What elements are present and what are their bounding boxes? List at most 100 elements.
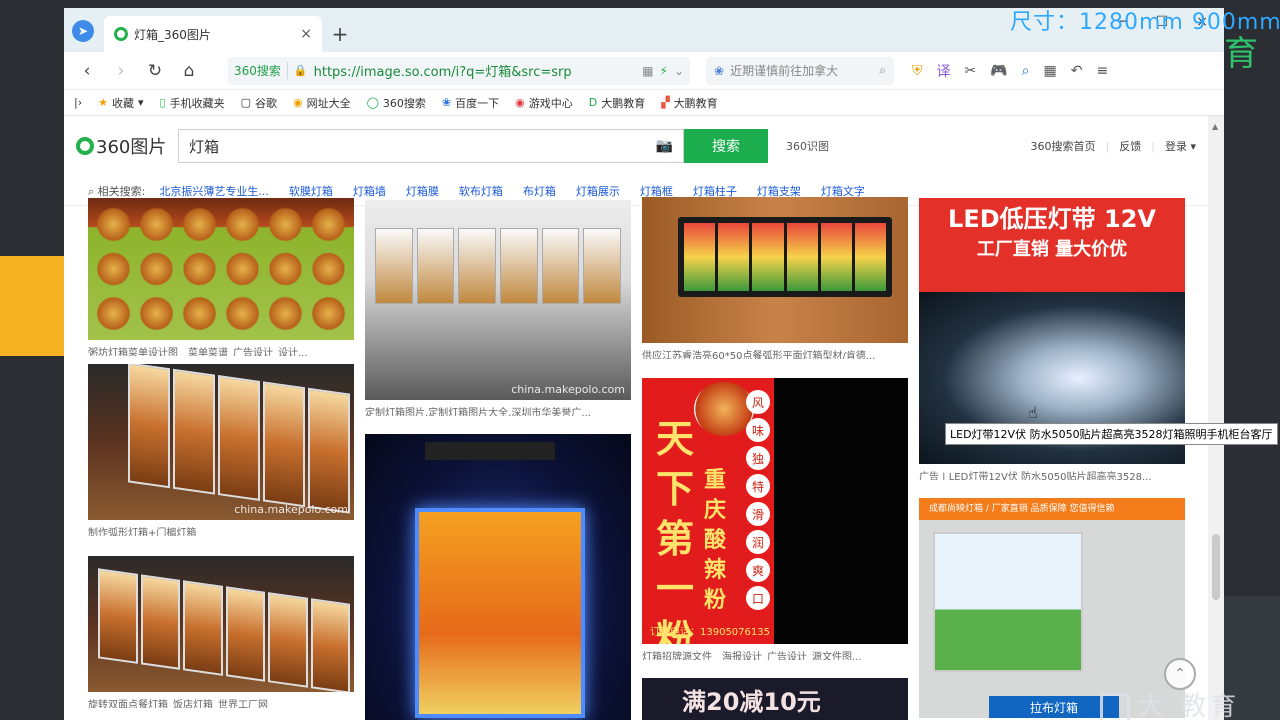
lock-icon: 🔒 [293, 64, 308, 77]
result-image[interactable]: 成都尚映灯箱 / 厂家直销 品质保障 您值得信赖 拉布灯箱 [919, 498, 1185, 718]
feedback-link[interactable]: 反馈 [1119, 138, 1141, 154]
result-caption[interactable]: 定制灯箱图片,定制灯箱图片大全,深圳市华美誉广... [365, 400, 631, 416]
search-button[interactable]: 搜索 [684, 129, 768, 163]
result-image[interactable] [642, 197, 908, 343]
image-overlay-text: 满20减10元 [682, 688, 821, 716]
result-caption[interactable]: 供应江苏睿浩亮60*50点餐弧形平面灯箱型材/肯德... [642, 343, 908, 359]
related-item[interactable]: 灯箱膜 [406, 183, 439, 199]
bookmark-label: 网址大全 [306, 96, 351, 110]
browser-search-box[interactable]: ❀ 近期谨慎前往加拿大 ⌕ [706, 56, 894, 85]
image-watermark: china.makepolo.com [511, 383, 625, 396]
result-image[interactable]: 天下第一粉 重庆酸辣粉 风 味 独 特 滑 润 爽 口 订餐电话：1390507… [642, 378, 908, 644]
related-label: ⌕ 相关搜索: [88, 184, 146, 198]
related-item[interactable]: 灯箱墙 [353, 183, 386, 199]
shield-icon[interactable]: ⛨ [912, 63, 923, 79]
bookmark-label: 手机收藏夹 [169, 96, 225, 110]
result-card[interactable]: 成都尚映灯箱 / 厂家直销 品质保障 您值得信赖 拉布灯箱 [919, 498, 1185, 718]
result-card[interactable]: china.makepolo.com 制作弧形灯箱+门楣灯箱 [88, 364, 354, 536]
login-label: 登录 [1164, 140, 1187, 153]
result-image[interactable]: 满20减10元 [642, 678, 908, 720]
bookmark-label: 大鹏教育 [673, 96, 718, 110]
bookmark-item[interactable]: ❀ 百度一下 [442, 95, 499, 111]
undo-icon[interactable]: ↶ [1071, 63, 1083, 79]
result-image[interactable]: china.makepolo.com [88, 364, 354, 520]
result-image[interactable] [88, 556, 354, 692]
result-card[interactable]: 供应江苏睿浩亮60*50点餐弧形平面灯箱型材/肯德... [642, 197, 908, 359]
360-logo-icon [76, 137, 94, 155]
bookmark-item[interactable]: ▢ 谷歌 [241, 95, 277, 111]
bookmark-label: 大鹏教育 [601, 96, 646, 110]
result-card[interactable]: 旋转双面点餐灯箱_饭店灯箱_世界工厂网 [88, 556, 354, 708]
header-links: 360搜索首页 | 反馈 | 登录 ▾ [1031, 138, 1196, 154]
result-card[interactable]: china.makepolo.com 定制灯箱图片,定制灯箱图片大全,深圳市华美… [365, 200, 631, 416]
camera-icon[interactable]: 📷 [656, 138, 673, 154]
result-caption[interactable]: 灯箱招牌源文件__海报设计_广告设计_源文件图... [642, 644, 908, 660]
result-card[interactable]: 天下第一粉 重庆酸辣粉 风 味 独 特 滑 润 爽 口 订餐电话：1390507… [642, 378, 908, 660]
related-item[interactable]: 灯箱展示 [576, 183, 620, 199]
bookmarks-bar: |› ★ 收藏 ▾ ▯ 手机收藏夹 ▢ 谷歌 ◉ 网址大全 ◯ 360搜索 ❀ 百度一下 ◉… [64, 90, 1224, 116]
result-caption[interactable]: 制作弧形灯箱+门楣灯箱 [88, 520, 354, 536]
address-bar[interactable]: 360搜索 🔒 https://image.so.com/i?q=灯箱&src=… [228, 56, 690, 85]
search-icon[interactable]: ⌕ [879, 63, 886, 78]
speed-mode-icon[interactable]: ⚡ [660, 64, 668, 78]
watermark-logo-icon [1100, 692, 1130, 720]
related-label-text: 相关搜索: [97, 184, 146, 198]
bookmark-item[interactable]: D 大鹏教育 [589, 95, 645, 111]
back-button[interactable]: ‹ [72, 56, 102, 86]
homepage-link[interactable]: 360搜索首页 [1031, 138, 1096, 154]
mouse-cursor-icon: ☝ [1028, 403, 1038, 422]
chevron-down-icon[interactable]: ⌄ [674, 64, 684, 78]
image-grid: 粥坊灯箱菜单设计图__菜单菜谱_广告设计_设计... china.makepol… [64, 197, 1208, 720]
home-button[interactable]: ⌂ [174, 56, 204, 86]
result-image[interactable]: china.makepolo.com [365, 200, 631, 400]
forward-button[interactable]: › [106, 56, 136, 86]
poster-phone: 订餐电话：13905076135 [650, 627, 770, 638]
new-tab-button[interactable]: + [322, 16, 358, 52]
bookmark-item[interactable]: ◉ 网址大全 [293, 95, 351, 111]
360-logo-icon [114, 27, 128, 41]
phone-icon: ▯ [159, 96, 166, 109]
scrollbar-thumb[interactable] [1212, 534, 1220, 600]
reload-button[interactable]: ↻ [140, 56, 170, 86]
related-item[interactable]: 软布灯箱 [459, 183, 503, 199]
result-caption[interactable]: 广告 | LED灯带12V伏 防水5050贴片超高亮3528... [919, 464, 1185, 480]
gamepad-icon[interactable]: 🎮 [990, 63, 1007, 79]
bookmark-item[interactable]: ▞ 大鹏教育 [661, 95, 717, 111]
watermark-text: 大 教育 [1138, 692, 1241, 720]
divider: | [1151, 139, 1155, 153]
result-image[interactable] [365, 434, 631, 720]
qr-code-icon[interactable]: ▦ [642, 64, 653, 78]
url-text: https://image.so.com/i?q=灯箱&src=srp [313, 65, 572, 80]
sidebar-toggle-icon[interactable]: |› [74, 96, 82, 109]
bookmark-item[interactable]: ★ 收藏 ▾ [98, 95, 143, 111]
back-to-top-button[interactable]: ⌃ [1164, 658, 1196, 690]
d-logo-icon: D [588, 96, 598, 109]
scrollbar[interactable]: ▲ [1208, 116, 1224, 720]
grid-icon[interactable]: ▦ [1044, 63, 1057, 79]
image-search-input[interactable]: 灯箱 📷 [178, 129, 684, 163]
bookmark-item[interactable]: ◯ 360搜索 [367, 95, 426, 111]
magnifier-icon[interactable]: ⌕ [1022, 63, 1030, 79]
result-caption[interactable]: 粥坊灯箱菜单设计图__菜单菜谱_广告设计_设计... [88, 340, 354, 356]
bookmark-item[interactable]: ◉ 游戏中心 [515, 95, 573, 111]
result-card[interactable]: 粥坊灯箱菜单设计图__菜单菜谱_广告设计_设计... [88, 198, 354, 356]
result-card[interactable]: 满20减10元 [642, 678, 908, 720]
site-logo[interactable]: 360图片 [76, 133, 176, 159]
image-recognition-link[interactable]: 360识图 [786, 138, 829, 154]
page-icon: ▢ [240, 96, 251, 109]
result-card[interactable] [365, 434, 631, 720]
related-item[interactable]: 软膜灯箱 [289, 183, 333, 199]
tab-close-icon[interactable]: × [300, 26, 312, 42]
menu-icon[interactable]: ≡ [1096, 63, 1108, 79]
scroll-up-icon[interactable]: ▲ [1212, 122, 1218, 131]
scissors-icon[interactable]: ✂ [965, 63, 977, 79]
tab-active[interactable]: 灯箱_360图片 × [104, 16, 322, 52]
result-caption[interactable]: 旋转双面点餐灯箱_饭店灯箱_世界工厂网 [88, 692, 354, 708]
translate-icon[interactable]: 译 [937, 61, 951, 81]
login-link[interactable]: 登录 ▾ [1165, 138, 1196, 154]
related-item[interactable]: 布灯箱 [523, 183, 556, 199]
compass-icon[interactable]: ➤ [72, 20, 94, 42]
bookmark-item[interactable]: ▯ 手机收藏夹 [160, 95, 225, 111]
related-item[interactable]: 北京振兴薄艺专业生... [159, 183, 269, 199]
result-image[interactable] [88, 198, 354, 340]
